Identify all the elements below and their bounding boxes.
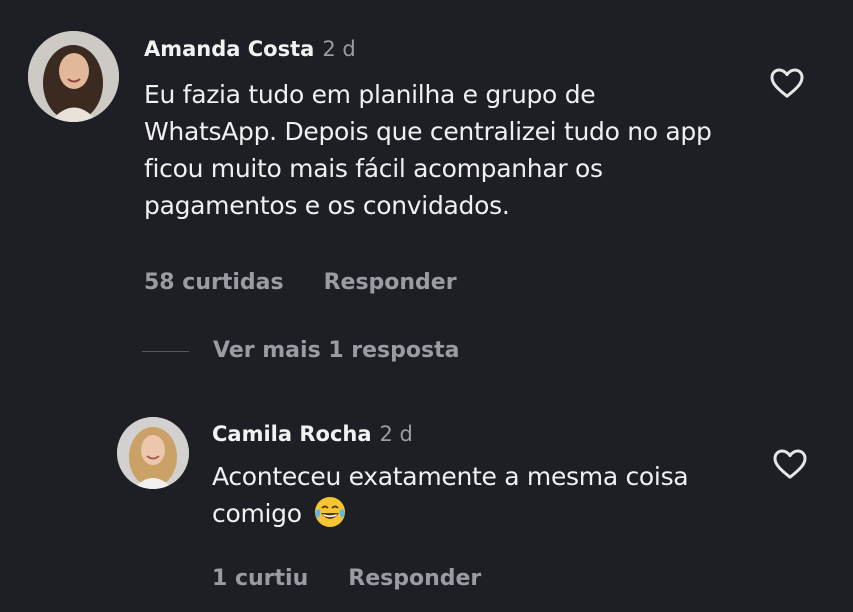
avatar[interactable] xyxy=(28,31,119,122)
comment-time: 2 d xyxy=(322,37,356,61)
heart-outline-icon[interactable] xyxy=(770,443,810,483)
woman-avatar-icon xyxy=(117,417,189,489)
woman-avatar-icon xyxy=(28,31,119,122)
face-with-tears-of-joy-icon xyxy=(315,497,346,527)
view-more-replies-label: Ver mais 1 resposta xyxy=(213,338,460,363)
comment-author[interactable]: Camila Rocha xyxy=(212,422,372,446)
comment-text: Aconteceu exatamente a mesma coisa comig… xyxy=(212,462,689,528)
comment-author[interactable]: Amanda Costa xyxy=(144,37,314,61)
comment-time: 2 d xyxy=(379,422,413,446)
reply-button[interactable]: Responder xyxy=(348,566,481,591)
likes-count-link[interactable]: 1 curtiu xyxy=(212,566,308,591)
replies-divider-line xyxy=(142,351,189,352)
avatar[interactable] xyxy=(117,417,189,489)
reply-button[interactable]: Responder xyxy=(324,270,457,295)
heart-outline-icon[interactable] xyxy=(767,62,807,102)
comment-text-container: Aconteceu exatamente a mesma coisa comig… xyxy=(212,458,732,532)
comment-text: Eu fazia tudo em planilha e grupo de Wha… xyxy=(144,80,712,220)
likes-count-link[interactable]: 58 curtidas xyxy=(144,270,284,295)
